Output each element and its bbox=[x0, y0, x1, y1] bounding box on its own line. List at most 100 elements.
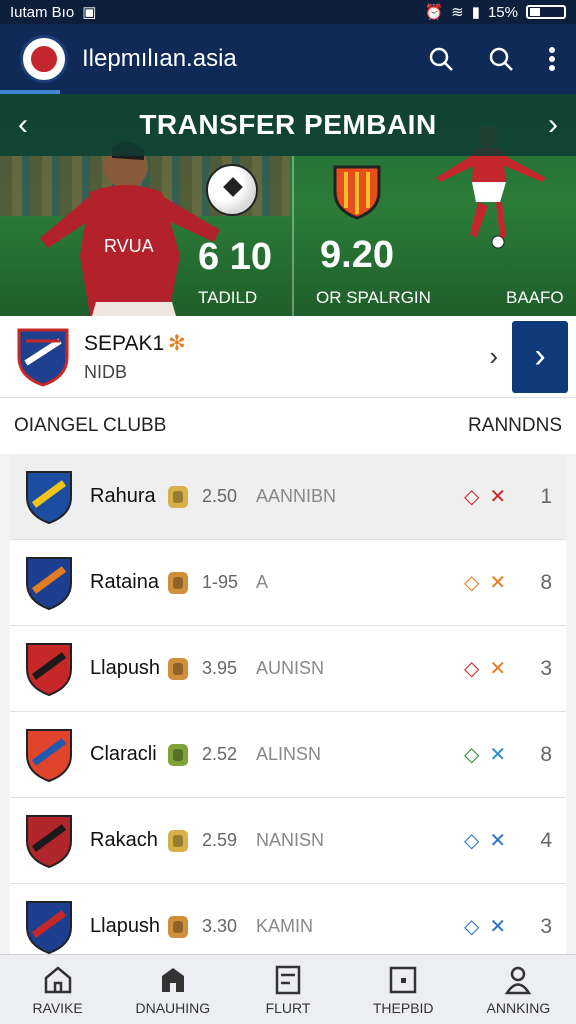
chevron-right-icon[interactable]: › bbox=[548, 108, 558, 142]
club-rating: 3.30 bbox=[202, 916, 238, 936]
featured-club-name: SEPAK1 bbox=[84, 331, 165, 355]
club-status: AANNIBN bbox=[256, 486, 337, 506]
diamond-icon[interactable]: ◇ bbox=[464, 656, 479, 681]
battery-icon bbox=[526, 5, 566, 19]
club-crest-icon bbox=[26, 900, 72, 954]
nav-label: DNAUHING bbox=[135, 999, 211, 1016]
club-row[interactable]: Llapush 3.95 AUNISN ◇ ✕ 3 bbox=[10, 626, 566, 712]
search-icon[interactable] bbox=[428, 46, 454, 72]
nav-item[interactable]: ANNKING bbox=[461, 955, 576, 1024]
home-icon bbox=[44, 965, 71, 993]
banner-divider bbox=[292, 156, 294, 316]
club-crest-icon bbox=[26, 814, 72, 868]
notification-icon: ▣ bbox=[82, 4, 97, 21]
club-row[interactable]: Llapush 3.30 KAMIN ◇ ✕ 3 bbox=[10, 884, 566, 954]
medal-icon bbox=[168, 571, 188, 594]
middle-label: OR SPALRGIN bbox=[316, 288, 431, 307]
close-icon[interactable]: ✕ bbox=[489, 742, 506, 767]
nav-label: RAVIKE bbox=[32, 999, 83, 1016]
nav-item[interactable]: RAVIKE bbox=[0, 955, 115, 1024]
club-name: Rataina bbox=[90, 571, 159, 593]
close-icon[interactable]: ✕ bbox=[489, 828, 506, 853]
wifi-icon: ≋ bbox=[451, 4, 464, 21]
board-icon bbox=[275, 965, 301, 994]
transfer-banner[interactable]: RVUA ‹ TRANSFER PEMBAIN › 6 10 9.20 TADI… bbox=[0, 94, 576, 316]
club-row[interactable]: Claracli 2.52 ALINSN ◇ ✕ 8 bbox=[10, 712, 566, 798]
nav-label: THEPBID bbox=[372, 999, 434, 1016]
status-left-text: Iutam Bıo bbox=[10, 3, 75, 21]
battery-percent: 15% bbox=[487, 3, 518, 21]
club-crest-icon bbox=[26, 556, 72, 610]
close-icon[interactable]: ✕ bbox=[489, 914, 506, 939]
club-crest-icon bbox=[26, 470, 72, 524]
bottom-navigation: RAVIKE DNAUHING FLURT THEPBID ANNKING bbox=[0, 954, 576, 1024]
club-rank: 4 bbox=[540, 828, 552, 852]
app-title: Ilepmılıan.asia bbox=[82, 45, 237, 72]
club-status: ALINSN bbox=[256, 744, 322, 764]
nav-item[interactable]: DNAUHING bbox=[115, 955, 230, 1024]
person-icon bbox=[505, 966, 532, 994]
club-rank: 3 bbox=[540, 914, 552, 938]
club-row[interactable]: Rataina 1-95 A ◇ ✕ 8 bbox=[10, 540, 566, 626]
club-name: Rakach bbox=[90, 829, 158, 851]
nav-item[interactable]: THEPBID bbox=[346, 955, 461, 1024]
left-score: 6 10 bbox=[198, 236, 272, 278]
status-bar: Iutam Bıo ▣ ⏰ ≋ ▮ 15% bbox=[0, 0, 576, 24]
club-rank: 1 bbox=[540, 484, 552, 508]
chevron-left-icon[interactable]: ‹ bbox=[18, 108, 28, 142]
club-crest-icon bbox=[333, 165, 381, 220]
club-status: KAMIN bbox=[256, 916, 314, 936]
club-rank: 8 bbox=[540, 742, 552, 766]
medal-icon bbox=[168, 915, 188, 938]
club-status: AUNISN bbox=[256, 658, 325, 678]
featured-club-sub: NIDB bbox=[84, 361, 128, 382]
list-header-left: OIANGEL CLUBB bbox=[14, 415, 167, 436]
more-vert-icon[interactable] bbox=[548, 46, 556, 72]
close-icon[interactable]: ✕ bbox=[489, 484, 506, 509]
close-icon[interactable]: ✕ bbox=[489, 570, 506, 595]
club-rating: 2.52 bbox=[202, 744, 238, 764]
open-club-button[interactable]: › bbox=[512, 320, 568, 393]
club-status: NANISN bbox=[256, 830, 325, 850]
club-crest-icon bbox=[26, 642, 72, 696]
banner-header: ‹ TRANSFER PEMBAIN › bbox=[0, 94, 576, 156]
diamond-icon[interactable]: ◇ bbox=[464, 570, 479, 595]
club-name: Llapush bbox=[90, 915, 161, 937]
club-name: Claracli bbox=[90, 743, 157, 765]
diamond-icon[interactable]: ◇ bbox=[464, 914, 479, 939]
right-label: BAAFO bbox=[506, 288, 564, 307]
club-row[interactable]: Rakach 2.59 NANISN ◇ ✕ 4 bbox=[10, 798, 566, 884]
chevron-right-icon: › bbox=[534, 337, 546, 375]
search-icon[interactable] bbox=[488, 46, 514, 72]
app-bar: Ilepmılıan.asia bbox=[0, 24, 576, 94]
diamond-icon[interactable]: ◇ bbox=[464, 742, 479, 767]
medal-icon bbox=[168, 743, 188, 766]
square-icon bbox=[389, 966, 417, 993]
diamond-icon[interactable]: ◇ bbox=[464, 484, 479, 509]
signal-icon: ▮ bbox=[471, 4, 480, 21]
club-rating: 2.59 bbox=[202, 830, 238, 850]
medal-icon bbox=[168, 657, 188, 680]
app-logo[interactable] bbox=[20, 35, 68, 83]
club-rank: 8 bbox=[540, 570, 552, 594]
list-header-right: RANNDNS bbox=[468, 415, 562, 436]
club-name: Rahura bbox=[90, 485, 156, 507]
diamond-icon[interactable]: ◇ bbox=[464, 828, 479, 853]
club-rating: 2.50 bbox=[202, 486, 238, 506]
right-score: 9.20 bbox=[320, 234, 394, 276]
club-rating: 1-95 bbox=[202, 572, 239, 592]
banner-title: TRANSFER PEMBAIN bbox=[139, 109, 437, 140]
club-crest-icon bbox=[17, 328, 69, 387]
close-icon[interactable]: ✕ bbox=[489, 656, 506, 681]
medal-icon bbox=[168, 485, 188, 508]
alarm-icon: ⏰ bbox=[424, 4, 444, 21]
nav-label: FLURT bbox=[265, 999, 311, 1016]
nav-item[interactable]: FLURT bbox=[230, 955, 345, 1024]
club-list: Rahura 2.50 AANNIBN ◇ ✕ 1 Rataina 1-95 A ◇ ✕ 8 Llapu… bbox=[10, 454, 566, 954]
jersey-text: RVUA bbox=[104, 236, 154, 256]
chevron-right-icon[interactable]: › bbox=[489, 341, 498, 372]
featured-club-card[interactable]: SEPAK1 ✻ NIDB › › bbox=[0, 316, 576, 398]
club-row[interactable]: Rahura 2.50 AANNIBN ◇ ✕ 1 bbox=[10, 454, 566, 540]
left-label: TADILD bbox=[198, 288, 258, 307]
store-icon bbox=[161, 967, 184, 992]
